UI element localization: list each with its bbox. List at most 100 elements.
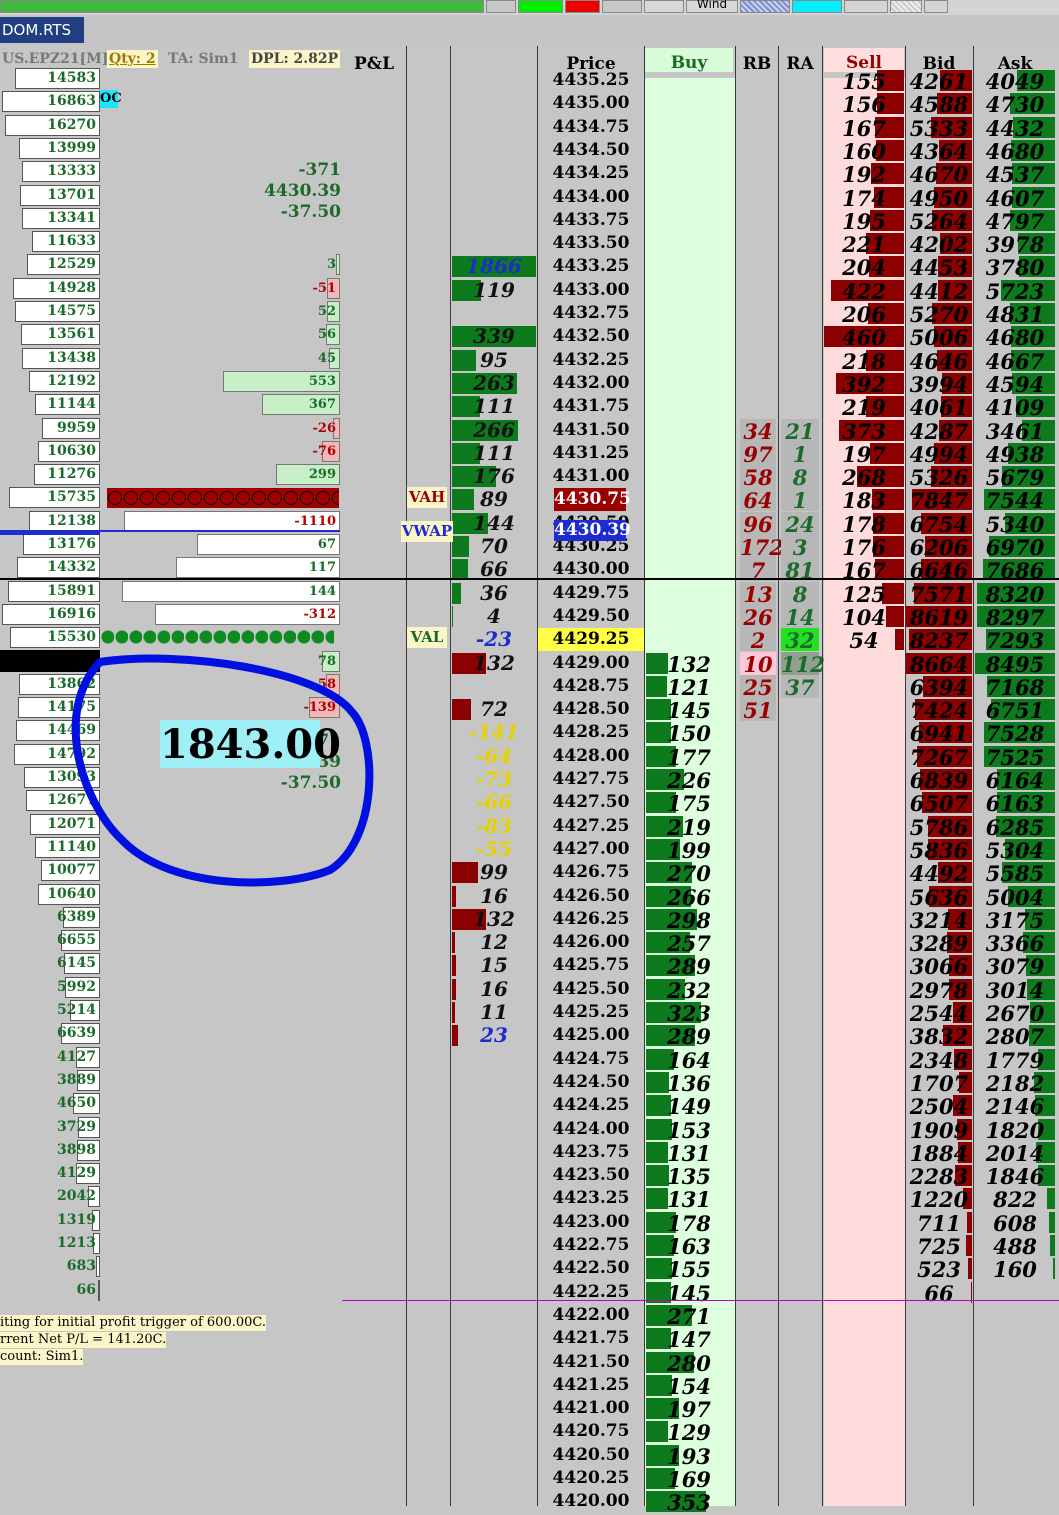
ask-cell[interactable]: 4667 (975, 349, 1055, 374)
price-cell[interactable]: 4432.75 (538, 302, 644, 325)
bid-cell[interactable]: 3214 (906, 908, 972, 933)
sell-cell[interactable]: 54 (824, 628, 904, 653)
bid-cell[interactable]: 725 (906, 1234, 972, 1259)
pattern-button[interactable] (740, 0, 790, 13)
ask-cell[interactable]: 5723 (975, 279, 1055, 304)
bid-cell[interactable]: 6839 (906, 768, 972, 793)
price-cell[interactable]: 4422.50 (538, 1257, 644, 1280)
ask-cell[interactable]: 3978 (975, 232, 1055, 257)
sell-cell[interactable]: 422 (824, 279, 904, 304)
toolbar-slot[interactable] (844, 0, 888, 13)
bid-cell[interactable]: 4261 (906, 69, 972, 94)
bid-cell[interactable]: 7571 (906, 582, 972, 607)
ask-cell[interactable]: 5004 (975, 885, 1055, 910)
sell-cell[interactable]: 460 (824, 325, 904, 350)
price-cell[interactable]: 4427.50 (538, 791, 644, 814)
bid-cell[interactable]: 1909 (906, 1118, 972, 1143)
price-cell[interactable]: 4421.75 (538, 1327, 644, 1350)
sell-cell[interactable]: 206 (824, 302, 904, 327)
buy-cell[interactable]: 289 (645, 1024, 733, 1049)
price-cell[interactable]: 4434.50 (538, 139, 644, 162)
price-cell[interactable]: 4424.50 (538, 1071, 644, 1094)
bid-cell[interactable]: 2348 (906, 1048, 972, 1073)
price-cell[interactable]: 4426.50 (538, 885, 644, 908)
price-cell[interactable]: 4432.00 (538, 372, 644, 395)
ask-cell[interactable]: 8297 (975, 605, 1055, 630)
ask-cell[interactable]: 4938 (975, 442, 1055, 467)
sell-cell[interactable]: 268 (824, 465, 904, 490)
bid-cell[interactable]: 5786 (906, 815, 972, 840)
bid-cell[interactable]: 1220 (906, 1187, 972, 1212)
bid-cell[interactable]: 4994 (906, 442, 972, 467)
dom-window-tab[interactable]: DOM.RTS (0, 17, 84, 43)
price-cell[interactable]: 4422.00 (538, 1304, 644, 1327)
bid-cell[interactable]: 5836 (906, 838, 972, 863)
price-cell[interactable]: 4428.50 (538, 698, 644, 721)
bid-cell[interactable]: 7847 (906, 488, 972, 513)
price-cell[interactable]: 4433.25 (538, 255, 644, 278)
buy-cell[interactable]: 150 (645, 721, 733, 746)
bid-cell[interactable]: 6206 (906, 535, 972, 560)
bid-cell[interactable]: 2978 (906, 978, 972, 1003)
buy-cell[interactable]: 199 (645, 838, 733, 863)
cyan-button[interactable] (792, 0, 842, 13)
sell-cell[interactable]: 373 (824, 419, 904, 444)
bid-cell[interactable]: 5636 (906, 885, 972, 910)
bid-cell[interactable]: 5006 (906, 325, 972, 350)
price-cell[interactable]: 4420.50 (538, 1444, 644, 1467)
ask-cell[interactable]: 5340 (975, 512, 1055, 537)
ask-cell[interactable]: 488 (975, 1234, 1055, 1259)
price-cell[interactable]: 4423.00 (538, 1211, 644, 1234)
buy-cell[interactable]: 175 (645, 791, 733, 816)
buy-cell[interactable]: 232 (645, 978, 733, 1003)
price-cell[interactable]: 4431.00 (538, 465, 644, 488)
buy-cell[interactable]: 289 (645, 954, 733, 979)
bid-cell[interactable]: 4588 (906, 92, 972, 117)
price-cell[interactable]: 4426.25 (538, 908, 644, 931)
price-cell[interactable]: 4422.75 (538, 1234, 644, 1257)
bid-cell[interactable]: 4453 (906, 255, 972, 280)
ask-cell[interactable]: 5585 (975, 861, 1055, 886)
price-cell[interactable]: 4432.25 (538, 349, 644, 372)
sell-cell[interactable]: 218 (824, 349, 904, 374)
price-cell[interactable]: 4427.00 (538, 838, 644, 861)
ask-cell[interactable]: 4797 (975, 209, 1055, 234)
buy-cell[interactable]: 219 (645, 815, 733, 840)
bid-cell[interactable]: 4492 (906, 861, 972, 886)
ask-cell[interactable]: 2182 (975, 1071, 1055, 1096)
bid-cell[interactable]: 4202 (906, 232, 972, 257)
buy-cell[interactable]: 154 (645, 1374, 733, 1399)
bid-cell[interactable]: 4670 (906, 162, 972, 187)
ask-cell[interactable]: 4049 (975, 69, 1055, 94)
buy-color-button[interactable] (518, 0, 563, 13)
ask-cell[interactable]: 8495 (975, 652, 1055, 677)
bid-cell[interactable]: 6394 (906, 675, 972, 700)
ask-cell[interactable]: 7168 (975, 675, 1055, 700)
ask-cell[interactable]: 4680 (975, 325, 1055, 350)
bid-cell[interactable]: 2544 (906, 1001, 972, 1026)
buy-cell[interactable]: 177 (645, 745, 733, 770)
ask-cell[interactable]: 5679 (975, 465, 1055, 490)
buy-cell[interactable]: 270 (645, 861, 733, 886)
bid-cell[interactable]: 3289 (906, 931, 972, 956)
buy-cell[interactable]: 131 (645, 1141, 733, 1166)
sell-cell[interactable]: 197 (824, 442, 904, 467)
price-cell[interactable]: 4426.00 (538, 931, 644, 954)
ask-cell[interactable]: 3175 (975, 908, 1055, 933)
sell-cell[interactable]: 156 (824, 92, 904, 117)
buy-cell[interactable]: 132 (645, 652, 733, 677)
price-cell[interactable]: 4428.00 (538, 745, 644, 768)
wind-button[interactable]: Wind (686, 0, 738, 13)
sell-cell[interactable]: 192 (824, 162, 904, 187)
buy-cell[interactable]: 178 (645, 1211, 733, 1236)
price-cell[interactable]: 4428.25 (538, 721, 644, 744)
sell-cell[interactable]: 155 (824, 69, 904, 94)
bid-cell[interactable]: 4364 (906, 139, 972, 164)
bid-cell[interactable]: 4061 (906, 395, 972, 420)
price-cell[interactable]: 4426.75 (538, 861, 644, 884)
bid-cell[interactable]: 5264 (906, 209, 972, 234)
price-cell[interactable]: 4433.00 (538, 279, 644, 302)
bid-cell[interactable]: 3832 (906, 1024, 972, 1049)
price-cell[interactable]: 4423.75 (538, 1141, 644, 1164)
buy-cell[interactable]: 193 (645, 1444, 733, 1469)
